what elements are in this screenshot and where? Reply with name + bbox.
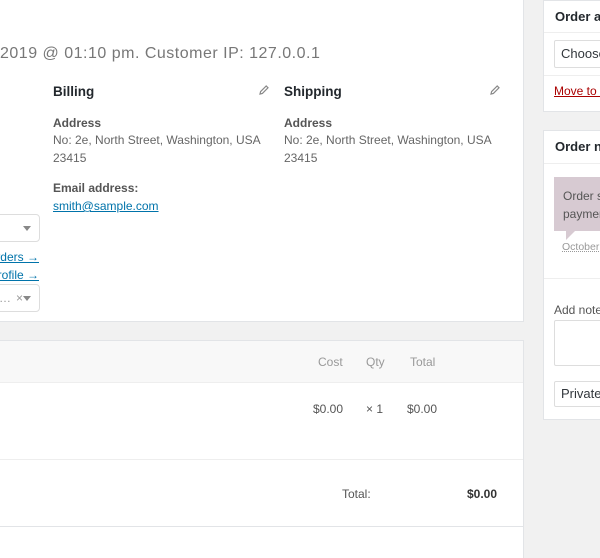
billing-address-line1: No: 2e, North Street, Washington, USA [53,133,261,147]
billing-edit-pencil-icon[interactable] [258,84,270,96]
shipping-title: Shipping [284,84,342,99]
chevron-down-icon [23,296,31,301]
order-actions-box: Order ac Choose Move to t [543,0,600,112]
customer-select[interactable]: … × [0,284,40,312]
order-total-label: Total: [342,487,371,501]
order-note-line2: paymen [563,207,600,221]
totals-row: Total: $0.00 [0,459,523,527]
item-qty: × 1 [366,402,384,416]
customer-select-value: … [0,291,11,305]
item-cost: $0.00 [313,402,344,416]
customer-orders-link[interactable]: rders → [0,250,39,264]
order-notes-title: Order no [555,139,600,154]
shipping-address-line2: 23415 [284,151,318,165]
move-to-trash-link[interactable]: Move to t [554,84,600,98]
add-note-label: Add note [554,303,600,317]
shipping-edit-pencil-icon[interactable] [489,84,501,96]
billing-address-line2: 23415 [53,151,87,165]
billing-address-label: Address [53,116,102,130]
order-note-date: October [562,241,600,253]
order-action-select[interactable]: Choose [554,40,600,68]
order-total-value: $0.00 [467,487,498,501]
column-header-qty: Qty [366,355,385,369]
chevron-down-icon [23,226,31,231]
order-meta-line: 2019 @ 01:10 pm. Customer IP: 127.0.0.1 [0,45,321,62]
order-items-panel: Cost Qty Total $0.00 × 1 $0.00 Total: $0… [0,340,524,558]
add-note-textarea[interactable] [554,320,600,366]
billing-email-label: Email address: [53,181,139,195]
divider [544,278,600,279]
column-header-total: Total [410,355,436,369]
divider [544,32,600,33]
order-status-select[interactable] [0,214,40,242]
divider [544,163,600,164]
billing-title: Billing [53,84,95,99]
note-type-select[interactable]: Private [554,381,600,407]
order-notes-box: Order no Order s paymen October Add note… [543,130,600,420]
customer-profile-link[interactable]: Profile → [0,268,39,282]
divider [544,75,600,76]
note-bubble-tail [566,230,576,240]
order-note: Order s paymen [554,177,600,240]
order-actions-title: Order ac [555,9,600,24]
shipping-address-line1: No: 2e, North Street, Washington, USA [284,133,492,147]
billing-email-link[interactable]: smith@sample.com [53,199,159,213]
items-table-header: Cost Qty Total [0,341,523,383]
order-note-line1: Order s [563,189,600,203]
shipping-address-label: Address [284,116,333,130]
order-data-panel: 2019 @ 01:10 pm. Customer IP: 127.0.0.1 … [0,0,524,322]
item-total: $0.00 [407,402,438,416]
clear-icon[interactable]: × [16,291,23,305]
column-header-cost: Cost [318,355,343,369]
